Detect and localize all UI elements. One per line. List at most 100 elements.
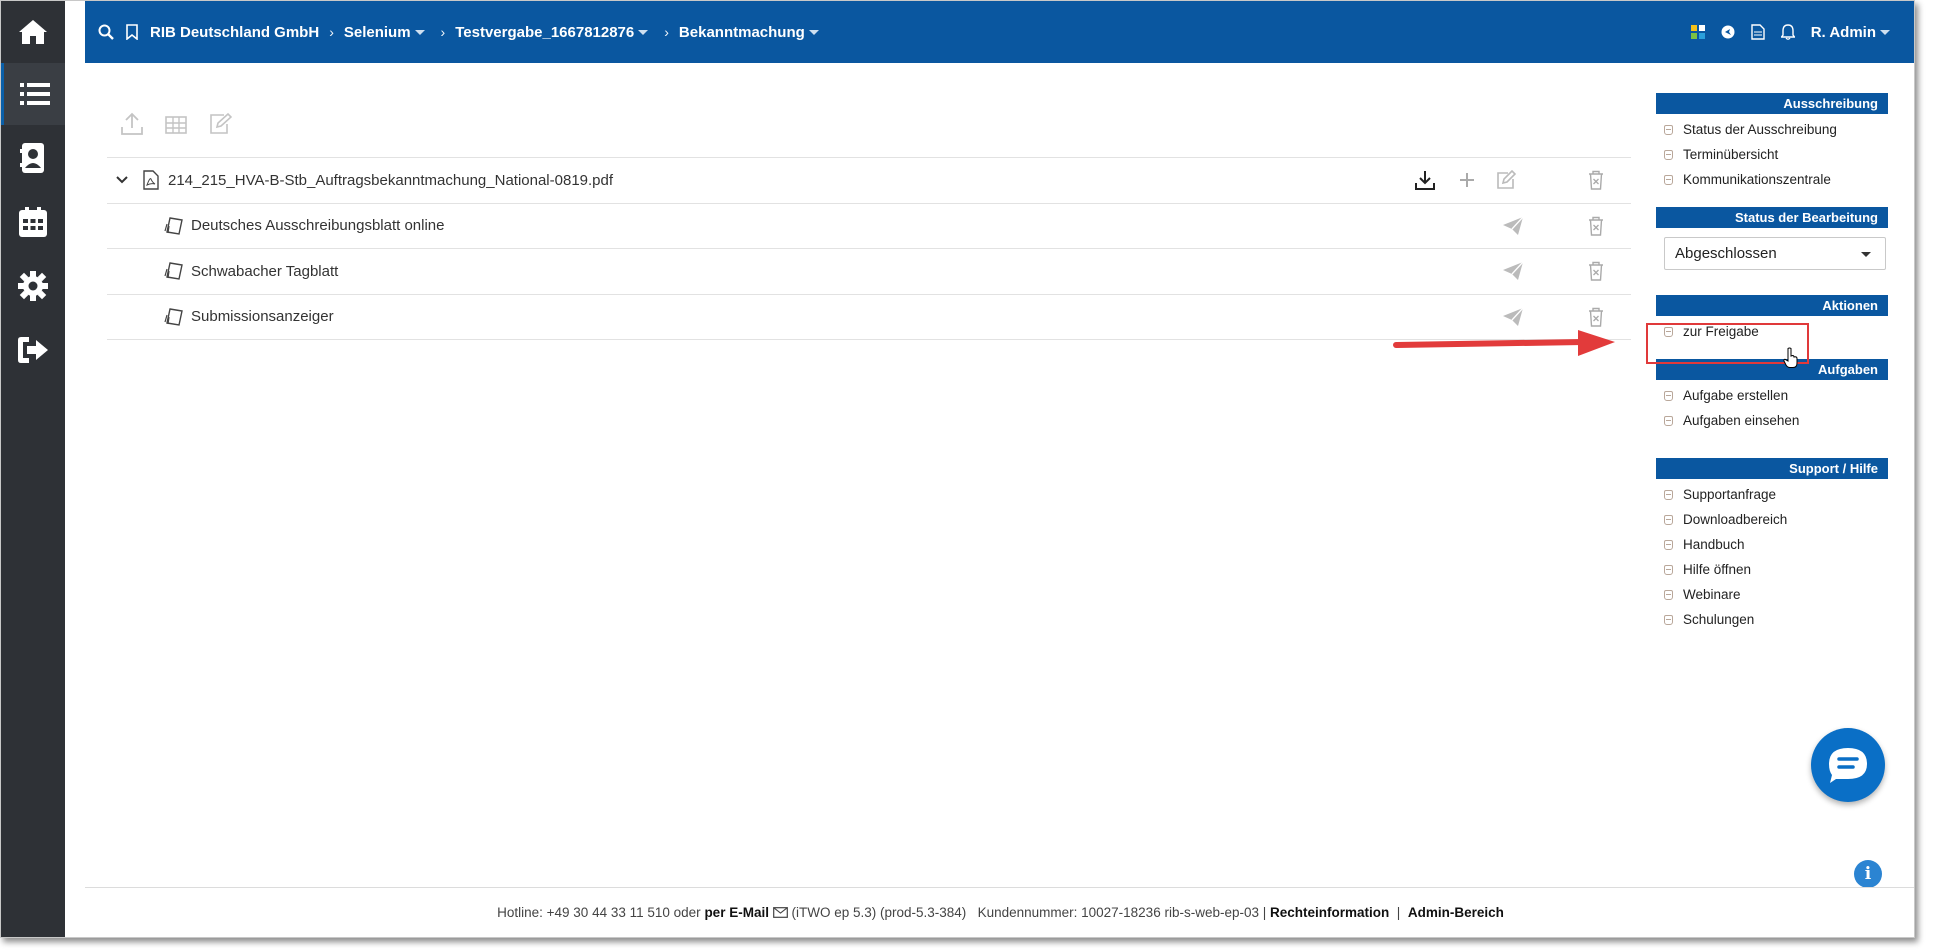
link-label: Downloadbereich — [1683, 512, 1788, 527]
link-label: Status der Ausschreibung — [1683, 122, 1837, 137]
link-status-ausschreibung[interactable]: Status der Ausschreibung — [1664, 117, 1888, 142]
top-navigation-bar: RIB Deutschland GmbH › Selenium › Testve… — [85, 1, 1914, 63]
newspaper-icon — [164, 262, 184, 281]
edit-icon[interactable] — [207, 111, 233, 137]
tree-row-file[interactable]: 214_215_HVA-B-Stb_Auftragsbekanntmachung… — [107, 158, 1631, 204]
panel-header-aktionen: Aktionen — [1656, 295, 1888, 316]
document-tree: 214_215_HVA-B-Stb_Auftragsbekanntmachung… — [107, 157, 1631, 340]
footer-legal-link[interactable]: Rechteinformation — [1270, 905, 1389, 920]
link-schulungen[interactable]: Schulungen — [1664, 607, 1888, 632]
breadcrumb-tender-label: Testvergabe_1667812876 — [455, 23, 635, 41]
edit-icon[interactable] — [1496, 170, 1516, 190]
trash-icon[interactable] — [1588, 216, 1604, 236]
breadcrumb-tender[interactable]: Testvergabe_1667812876 — [455, 23, 649, 41]
tree-row-publication[interactable]: Deutsches Ausschreibungsblatt online — [107, 204, 1631, 249]
breadcrumb-project-label: Selenium — [343, 23, 411, 41]
send-icon[interactable] — [1502, 216, 1524, 236]
trash-icon[interactable] — [1588, 261, 1604, 281]
chat-button[interactable] — [1811, 728, 1885, 802]
send-icon[interactable] — [1502, 307, 1524, 327]
trash-icon[interactable] — [1588, 307, 1604, 327]
link-label: Handbuch — [1683, 537, 1745, 552]
gear-icon — [18, 271, 48, 301]
link-supportanfrage[interactable]: Supportanfrage — [1664, 482, 1888, 507]
link-label: Supportanfrage — [1683, 487, 1777, 502]
link-kommunikationszentrale[interactable]: Kommunikationszentrale — [1664, 167, 1888, 192]
sidebar — [1, 1, 78, 937]
chevron-down-icon[interactable] — [115, 175, 129, 185]
sidebar-item-logout[interactable] — [1, 319, 65, 381]
publication-name[interactable]: Deutsches Ausschreibungsblatt online — [191, 217, 445, 234]
newspaper-icon — [164, 307, 184, 326]
send-icon[interactable] — [1502, 261, 1524, 281]
envelope-icon — [772, 907, 788, 918]
breadcrumb-project[interactable]: Selenium — [344, 24, 425, 41]
breadcrumb-separator-icon: › — [329, 24, 334, 40]
aufgaben-list: Aufgabe erstellen Aufgaben einsehen — [1656, 380, 1888, 433]
footer-email-link[interactable]: per E-Mail — [704, 905, 769, 920]
apps-icon[interactable] — [1690, 25, 1705, 39]
sidebar-item-settings[interactable] — [1, 255, 65, 317]
home-icon — [18, 19, 48, 45]
annotation-arrow-icon — [1393, 330, 1615, 356]
breadcrumb-section[interactable]: Bekanntmachung — [679, 24, 819, 41]
chevron-down-icon — [414, 29, 425, 35]
bookmark-icon[interactable] — [126, 24, 138, 40]
folder-icon — [1664, 614, 1673, 625]
link-aufgabe-erstellen[interactable]: Aufgabe erstellen — [1664, 383, 1888, 408]
contacts-icon — [20, 143, 46, 173]
file-name[interactable]: 214_215_HVA-B-Stb_Auftragsbekanntmachung… — [168, 172, 613, 189]
footer-divider: | — [1396, 905, 1401, 920]
link-webinare[interactable]: Webinare — [1664, 582, 1888, 607]
publication-name[interactable]: Schwabacher Tagblatt — [191, 263, 338, 280]
link-downloadbereich[interactable]: Downloadbereich — [1664, 507, 1888, 532]
link-label: Webinare — [1683, 587, 1741, 602]
link-handbuch[interactable]: Handbuch — [1664, 532, 1888, 557]
link-hilfe-oeffnen[interactable]: Hilfe öffnen — [1664, 557, 1888, 582]
link-label: Hilfe öffnen — [1683, 562, 1752, 577]
folder-icon — [1664, 564, 1673, 575]
info-icon[interactable]: i — [1854, 860, 1882, 888]
footer-hotline: Hotline: +49 30 44 33 11 510 oder — [497, 905, 701, 920]
link-label: Aufgaben einsehen — [1683, 413, 1800, 428]
logout-icon — [18, 337, 48, 363]
status-select[interactable]: Abgeschlossen — [1664, 237, 1886, 270]
kebab-menu-icon[interactable] — [74, 10, 78, 29]
breadcrumb-company[interactable]: RIB Deutschland GmbH — [150, 24, 319, 41]
breadcrumb-section-label: Bekanntmachung — [678, 23, 805, 41]
sidebar-item-calendar[interactable] — [1, 191, 65, 253]
trash-icon[interactable] — [1588, 170, 1604, 190]
footer-customer-number: Kundennummer: 10027-18236 rib-s-web-ep-0… — [977, 905, 1267, 920]
messages-icon[interactable] — [1721, 25, 1735, 39]
panel-header-bearbeitung: Status der Bearbeitung — [1656, 207, 1888, 228]
upload-icon[interactable] — [119, 111, 145, 137]
publication-name[interactable]: Submissionsanzeiger — [191, 308, 334, 325]
user-menu[interactable]: R. Admin — [1811, 24, 1890, 41]
sidebar-item-list[interactable] — [1, 63, 65, 125]
add-icon[interactable] — [1458, 171, 1476, 189]
search-icon[interactable] — [98, 24, 114, 40]
table-icon[interactable] — [163, 111, 189, 137]
footer-admin-link[interactable]: Admin-Bereich — [1408, 905, 1504, 920]
folder-icon — [1664, 514, 1673, 525]
link-terminuebersicht[interactable]: Terminübersicht — [1664, 142, 1888, 167]
document-icon[interactable] — [1751, 24, 1765, 40]
folder-icon — [1664, 589, 1673, 600]
chevron-down-icon — [1880, 29, 1890, 35]
download-icon[interactable] — [1414, 169, 1436, 191]
app-window: RIB Deutschland GmbH › Selenium › Testve… — [0, 0, 1915, 938]
newspaper-icon — [164, 216, 184, 235]
link-label: Aufgabe erstellen — [1683, 388, 1789, 403]
bell-icon[interactable] — [1780, 24, 1795, 40]
sidebar-item-contacts[interactable] — [1, 127, 65, 189]
tree-row-publication[interactable]: Schwabacher Tagblatt — [107, 249, 1631, 295]
pdf-file-icon — [143, 170, 159, 190]
link-label: Terminübersicht — [1683, 147, 1779, 162]
main-content: 214_215_HVA-B-Stb_Auftragsbekanntmachung… — [85, 63, 1645, 889]
sidebar-item-home[interactable] — [1, 1, 65, 63]
list-icon — [19, 82, 50, 106]
chevron-down-icon — [808, 29, 819, 35]
link-aufgaben-einsehen[interactable]: Aufgaben einsehen — [1664, 408, 1888, 433]
panel-header-ausschreibung: Ausschreibung — [1656, 93, 1888, 114]
breadcrumb-separator-icon: › — [664, 24, 669, 40]
